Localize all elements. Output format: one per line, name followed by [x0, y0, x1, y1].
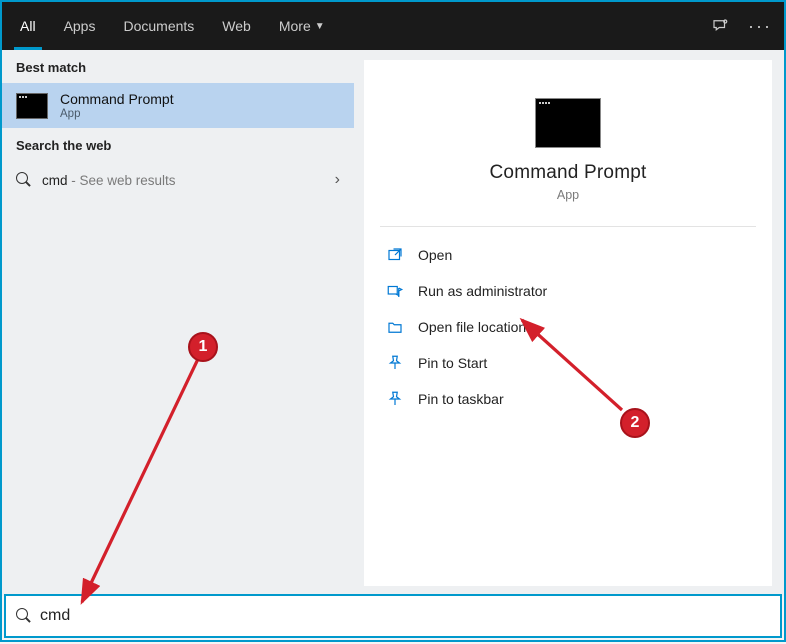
search-icon: [16, 172, 32, 188]
chevron-right-icon: ›: [335, 171, 340, 189]
tab-documents[interactable]: Documents: [109, 2, 208, 50]
open-icon: [386, 246, 404, 264]
action-pin-to-start[interactable]: Pin to Start: [382, 345, 754, 381]
action-open-location-label: Open file location: [418, 319, 526, 335]
web-result-cmd[interactable]: cmd - See web results ›: [2, 161, 354, 199]
search-web-header: Search the web: [2, 128, 354, 161]
preview-title: Command Prompt: [382, 162, 754, 184]
feedback-icon[interactable]: [706, 12, 734, 40]
annotation-badge-2: 2: [620, 408, 650, 438]
more-options-icon[interactable]: ···: [746, 12, 774, 40]
result-subtitle: App: [60, 108, 174, 120]
action-list: Open Run as administrator: [382, 237, 754, 417]
search-input[interactable]: [40, 607, 770, 625]
preview-panel: Command Prompt App Open: [364, 60, 772, 586]
pin-taskbar-icon: [386, 390, 404, 408]
web-result-hint: - See web results: [68, 173, 176, 188]
action-open-label: Open: [418, 247, 452, 263]
results-panel: Best match Command Prompt App Search the…: [2, 50, 354, 596]
tab-all[interactable]: All: [6, 2, 50, 50]
divider: [380, 226, 756, 227]
tab-more[interactable]: More ▼: [265, 2, 339, 50]
folder-location-icon: [386, 318, 404, 336]
action-pin-to-taskbar[interactable]: Pin to taskbar: [382, 381, 754, 417]
tab-web[interactable]: Web: [208, 2, 265, 50]
action-run-admin-label: Run as administrator: [418, 283, 547, 299]
annotation-badge-1: 1: [188, 332, 218, 362]
command-prompt-icon: [16, 93, 48, 119]
action-pin-start-label: Pin to Start: [418, 355, 487, 371]
preview-subtitle: App: [382, 188, 754, 202]
action-open[interactable]: Open: [382, 237, 754, 273]
shield-admin-icon: [386, 282, 404, 300]
result-title: Command Prompt: [60, 91, 174, 107]
search-icon: [16, 608, 32, 624]
pin-start-icon: [386, 354, 404, 372]
tab-apps[interactable]: Apps: [50, 2, 110, 50]
search-bar[interactable]: [4, 594, 782, 638]
action-run-as-administrator[interactable]: Run as administrator: [382, 273, 754, 309]
command-prompt-preview-icon: [535, 98, 601, 148]
top-tabs: All Apps Documents Web More ▼ ···: [2, 2, 784, 50]
tab-more-label: More: [279, 18, 311, 34]
web-result-query: cmd: [42, 173, 68, 188]
chevron-down-icon: ▼: [315, 21, 325, 32]
result-command-prompt[interactable]: Command Prompt App: [2, 83, 354, 128]
action-open-file-location[interactable]: Open file location: [382, 309, 754, 345]
action-pin-taskbar-label: Pin to taskbar: [418, 391, 504, 407]
best-match-header: Best match: [2, 50, 354, 83]
